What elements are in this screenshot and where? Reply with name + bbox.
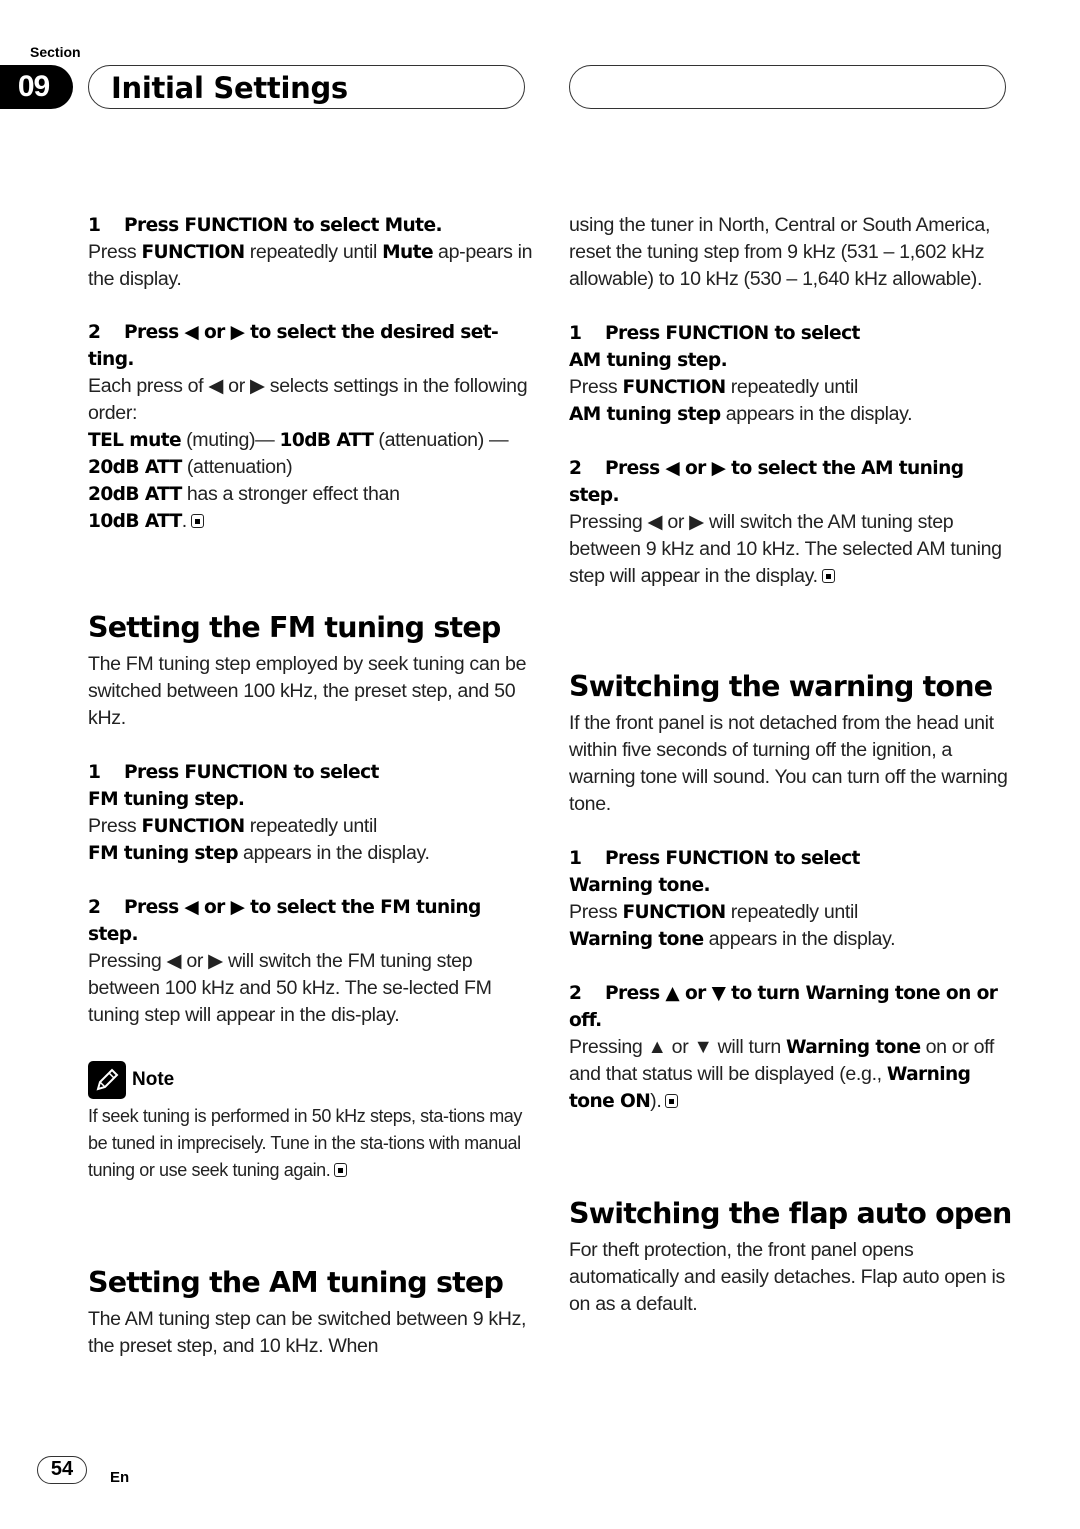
warning-intro: If the front panel is not detached from …: [569, 712, 1008, 815]
warning-step-1-heading: 1 Press FUNCTION to select Warning tone.: [569, 845, 1014, 899]
mute-step-2-heading: 2 Press ◀ or ▶ to select the desired set-…: [88, 319, 533, 373]
flap-section-title: Switching the flap auto open: [569, 1197, 1012, 1230]
am-intro-continued: using the tuner in North, Central or Sou…: [569, 214, 991, 290]
text: ).: [650, 1090, 662, 1112]
fm-step-1-heading: 1 Press FUNCTION to select FM tuning step.: [88, 759, 533, 813]
mute-order: TEL mute (muting)— 10dB ATT (attenuation…: [88, 427, 533, 481]
text: repeatedly until: [244, 241, 383, 263]
pencil-note-icon: [88, 1061, 126, 1099]
bold-text: TEL mute: [88, 430, 182, 451]
warning-section-title: Switching the warning tone: [569, 670, 993, 703]
chapter-title-box: Initial Settings: [88, 65, 525, 109]
bold-text: AM tuning step: [569, 404, 721, 425]
section-label: Section: [30, 44, 81, 60]
step-number: 2: [569, 983, 582, 1004]
bold-text: Warning tone: [569, 929, 704, 950]
text: appears in the display.: [720, 403, 913, 425]
am-intro: The AM tuning step can be switched betwe…: [88, 1308, 527, 1357]
warning-step-2-heading: 2 Press ▲ or ▼ to turn Warning tone on or…: [569, 980, 1014, 1034]
text: repeatedly until: [244, 815, 378, 837]
step-heading-text: FM tuning step.: [88, 789, 245, 810]
text: repeatedly until: [725, 901, 859, 923]
text: If seek tuning is performed in 50 kHz st…: [88, 1106, 522, 1180]
bold-text: Warning tone: [785, 1037, 921, 1058]
page-number: 54: [37, 1456, 87, 1484]
bold-text: 20dB ATT: [88, 457, 182, 478]
fm-step-1-body: Press FUNCTION repeatedly until FM tuning…: [88, 813, 533, 867]
language-code: En: [110, 1469, 130, 1486]
step-number: 2: [88, 897, 101, 918]
step-heading-text: Press ▲ or ▼ to turn Warning tone on or …: [569, 983, 998, 1031]
text: (muting)—: [181, 429, 280, 451]
empty-title-box: [569, 65, 1006, 109]
step-heading-text: Press FUNCTION to select Mute.: [124, 215, 443, 236]
text: (attenuation) —: [373, 429, 509, 451]
step-heading-text: Press ◀ or ▶ to select the FM tuning ste…: [88, 897, 481, 945]
bold-text: FUNCTION: [141, 242, 245, 263]
am-step-1-body: Press FUNCTION repeatedly until AM tuning…: [569, 374, 1014, 428]
step-heading-text: Press ◀ or ▶ to select the AM tuning ste…: [569, 458, 964, 506]
fm-intro: The FM tuning step employed by seek tuni…: [88, 653, 527, 729]
mute-step-1-heading: 1 Press FUNCTION to select Mute.: [88, 212, 533, 239]
text: Pressing ◀ or ▶ will switch the AM tunin…: [569, 511, 1002, 587]
bold-text: FUNCTION: [622, 902, 726, 923]
step-heading-text: AM tuning step.: [569, 350, 728, 371]
text: Press: [569, 376, 623, 398]
text: appears in the display.: [703, 928, 896, 950]
left-column: 1 Press FUNCTION to select Mute. Press FU…: [88, 212, 533, 1360]
text: Press: [88, 241, 142, 263]
step-heading-text: Press FUNCTION to select: [605, 323, 860, 344]
step-number: 2: [569, 458, 582, 479]
end-of-section-icon: [190, 514, 204, 528]
end-of-section-icon: [334, 1163, 348, 1177]
text: Press: [569, 901, 623, 923]
bold-text: 10dB ATT: [279, 430, 374, 451]
am-step-2-heading: 2 Press ◀ or ▶ to select the AM tuning st…: [569, 455, 1014, 509]
end-of-section-icon: [665, 1094, 679, 1108]
right-column: using the tuner in North, Central or Sou…: [569, 212, 1014, 1318]
step-heading-text: Warning tone.: [569, 875, 711, 896]
text: .: [181, 510, 187, 532]
mute-step-2-body: Each press of ◀ or ▶ selects settings in…: [88, 375, 528, 424]
warning-step-1-body: Press FUNCTION repeatedly until Warning t…: [569, 899, 1014, 953]
step-number: 2: [88, 322, 101, 343]
fm-step-2-heading: 2 Press ◀ or ▶ to select the FM tuning st…: [88, 894, 533, 948]
bold-text: FUNCTION: [622, 377, 726, 398]
note-text: If seek tuning is performed in 50 kHz st…: [88, 1103, 533, 1184]
step-number: 1: [569, 848, 582, 869]
bold-text: FM tuning step: [88, 843, 239, 864]
text: Pressing ▲ or ▼ will turn: [569, 1036, 786, 1058]
step-number: 1: [88, 215, 101, 236]
mute-step-1-body: Press FUNCTION repeatedly until Mute ap-…: [88, 239, 533, 293]
bold-text: FUNCTION: [141, 816, 245, 837]
end-of-section-icon: [821, 569, 835, 583]
warning-step-2-body: Pressing ▲ or ▼ will turn Warning tone o…: [569, 1034, 1014, 1115]
step-number: 1: [88, 762, 101, 783]
step-heading-text: Press FUNCTION to select: [605, 848, 860, 869]
note-label: Note: [132, 1069, 175, 1090]
text: has a stronger effect than: [181, 483, 400, 505]
text: Press: [88, 815, 142, 837]
bold-text: Mute: [382, 242, 433, 263]
step-heading-text: Press ◀ or ▶ to select the desired set-t…: [88, 322, 499, 370]
flap-intro: For theft protection, the front panel op…: [569, 1239, 1005, 1315]
text: (attenuation): [181, 456, 293, 478]
mute-compare: 20dB ATT has a stronger effect than 10dB…: [88, 481, 533, 535]
am-step-2-body: Pressing ◀ or ▶ will switch the AM tunin…: [569, 509, 1014, 590]
text: appears in the display.: [237, 842, 430, 864]
chapter-title: Initial Settings: [111, 71, 348, 105]
text: repeatedly until: [725, 376, 859, 398]
fm-step-2-body: Pressing ◀ or ▶ will switch the FM tunin…: [88, 950, 492, 1026]
section-number-tab: 09: [0, 65, 73, 109]
note-header: Note: [88, 1061, 533, 1099]
bold-text: 20dB ATT: [88, 484, 182, 505]
bold-text: 10dB ATT: [88, 511, 182, 532]
fm-section-title: Setting the FM tuning step: [88, 611, 501, 644]
step-number: 1: [569, 323, 582, 344]
am-step-1-heading: 1 Press FUNCTION to select AM tuning step.: [569, 320, 1014, 374]
step-heading-text: Press FUNCTION to select: [124, 762, 379, 783]
am-section-title: Setting the AM tuning step: [88, 1266, 504, 1299]
